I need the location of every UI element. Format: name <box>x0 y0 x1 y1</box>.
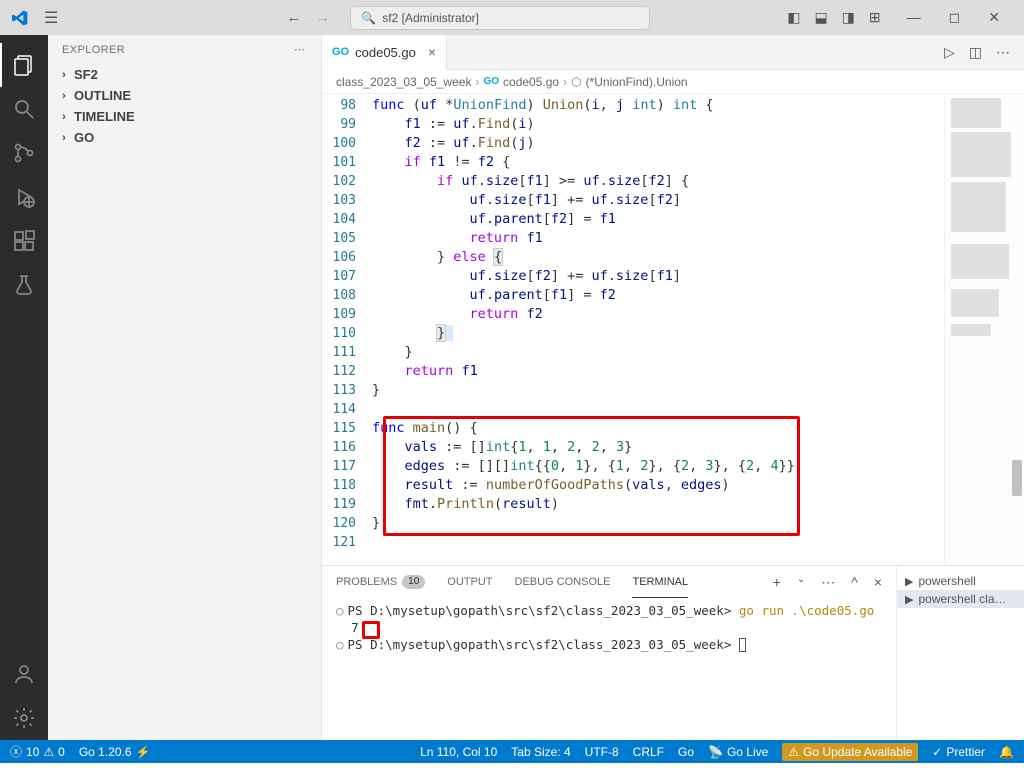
status-tab-size[interactable]: Tab Size: 4 <box>511 743 570 761</box>
run-debug-icon[interactable] <box>0 175 48 219</box>
settings-icon[interactable] <box>0 696 48 740</box>
code-editor[interactable]: 9899100101102103104105106107108109110111… <box>322 94 1024 565</box>
status-go-live[interactable]: 📡Go Live <box>708 743 768 761</box>
status-line-col[interactable]: Ln 110, Col 10 <box>420 743 497 761</box>
menu-icon[interactable]: ☰ <box>36 4 66 32</box>
panel-close-icon[interactable]: × <box>874 574 882 591</box>
search-activity-icon[interactable] <box>0 87 48 131</box>
line-gutter: 9899100101102103104105106107108109110111… <box>322 94 372 565</box>
status-notifications-icon[interactable]: 🔔 <box>999 743 1014 761</box>
nav-arrows: ← → <box>286 9 330 26</box>
panel-maximize-icon[interactable]: ^ <box>851 574 858 591</box>
go-file-icon: GO <box>483 76 499 87</box>
terminal-item[interactable]: ▶powershell cla… <box>897 590 1024 608</box>
toggle-panel-icon[interactable]: ⬓ <box>814 9 827 26</box>
status-encoding[interactable]: UTF-8 <box>585 743 619 761</box>
close-window-icon[interactable]: ✕ <box>988 9 1000 26</box>
source-control-icon[interactable] <box>0 131 48 175</box>
sidebar-section-timeline[interactable]: ›TIMELINE <box>48 106 321 127</box>
panel-tab-debug[interactable]: DEBUG CONSOLE <box>515 566 611 598</box>
terminal-body[interactable]: ○PS D:\mysetup\gopath\src\sf2\class_2023… <box>322 598 896 740</box>
activity-bar <box>0 35 48 740</box>
customize-layout-icon[interactable]: ⊞ <box>869 9 881 26</box>
panel-tab-output[interactable]: OUTPUT <box>447 566 492 598</box>
vscode-icon <box>12 10 28 26</box>
explorer-title: EXPLORER <box>62 44 125 56</box>
minimize-icon[interactable]: — <box>907 9 921 26</box>
terminal-item[interactable]: ▶powershell <box>897 572 1024 590</box>
split-editor-icon[interactable]: ◫ <box>969 44 982 61</box>
nav-back-icon[interactable]: ← <box>286 9 301 26</box>
panel-tab-problems[interactable]: PROBLEMS10 <box>336 566 425 598</box>
terminal-cursor <box>739 638 746 652</box>
editor-more-icon[interactable]: ⋯ <box>996 44 1010 61</box>
tab-close-icon[interactable]: × <box>428 44 436 60</box>
sidebar-folder-sf2[interactable]: ›SF2 <box>48 64 321 85</box>
breadcrumb[interactable]: class_2023_03_05_week › GO code05.go › ⬡… <box>322 70 1024 94</box>
accounts-icon[interactable] <box>0 652 48 696</box>
editor-scrollbar[interactable] <box>1012 460 1022 496</box>
extensions-icon[interactable] <box>0 219 48 263</box>
go-file-icon: GO <box>332 46 349 58</box>
titlebar: ☰ ← → 🔍 sf2 [Administrator] ◧ ⬓ ◨ ⊞ — ◻ … <box>0 0 1024 35</box>
status-errors[interactable]: ⓧ10⚠0 <box>10 743 65 760</box>
sidebar-section-outline[interactable]: ›OUTLINE <box>48 85 321 106</box>
status-eol[interactable]: CRLF <box>633 743 664 761</box>
sidebar-section-go[interactable]: ›GO <box>48 127 321 148</box>
status-prettier[interactable]: ✓Prettier <box>932 743 985 761</box>
command-center[interactable]: 🔍 sf2 [Administrator] <box>350 6 650 30</box>
layout-controls: ◧ ⬓ ◨ ⊞ <box>787 9 890 26</box>
panel-tab-terminal[interactable]: TERMINAL <box>632 566 688 598</box>
toggle-primary-sidebar-icon[interactable]: ◧ <box>787 9 800 26</box>
toggle-secondary-sidebar-icon[interactable]: ◨ <box>842 9 855 26</box>
explorer-sidebar: EXPLORER ⋯ ›SF2 ›OUTLINE ›TIMELINE ›GO <box>48 35 322 740</box>
statusbar: ⓧ10⚠0 Go 1.20.6⚡ Ln 110, Col 10 Tab Size… <box>0 740 1024 763</box>
panel-tabs: PROBLEMS10 OUTPUT DEBUG CONSOLE TERMINAL… <box>322 566 896 598</box>
testing-icon[interactable] <box>0 263 48 307</box>
search-icon: 🔍 <box>361 11 376 25</box>
new-terminal-icon[interactable]: + <box>773 574 781 591</box>
editor-tabs: GO code05.go × ▷ ◫ ⋯ <box>322 35 1024 70</box>
explorer-icon[interactable] <box>0 43 48 87</box>
method-icon: ⬡ <box>571 75 581 89</box>
code-body[interactable]: func (uf *UnionFind) Union(i, j int) int… <box>372 94 944 565</box>
panel-more-icon[interactable]: ⋯ <box>821 574 835 591</box>
explorer-more-icon[interactable]: ⋯ <box>294 43 307 56</box>
maximize-icon[interactable]: ◻ <box>949 9 961 26</box>
nav-forward-icon[interactable]: → <box>315 9 330 26</box>
terminal-list: ▶powershell ▶powershell cla… <box>896 566 1024 740</box>
status-language[interactable]: Go <box>678 743 694 761</box>
search-text: sf2 [Administrator] <box>382 11 479 25</box>
tab-label: code05.go <box>355 45 416 60</box>
run-icon[interactable]: ▷ <box>944 44 955 61</box>
editor-area: GO code05.go × ▷ ◫ ⋯ class_2023_03_05_we… <box>322 35 1024 740</box>
bottom-panel: PROBLEMS10 OUTPUT DEBUG CONSOLE TERMINAL… <box>322 565 1024 740</box>
terminal-dropdown-icon[interactable]: ⌄ <box>797 574 805 591</box>
status-go-version[interactable]: Go 1.20.6⚡ <box>79 745 151 759</box>
tab-code05[interactable]: GO code05.go × <box>322 35 447 70</box>
status-go-update[interactable]: ⚠Go Update Available <box>782 743 918 761</box>
window-controls: — ◻ ✕ <box>891 9 1016 26</box>
